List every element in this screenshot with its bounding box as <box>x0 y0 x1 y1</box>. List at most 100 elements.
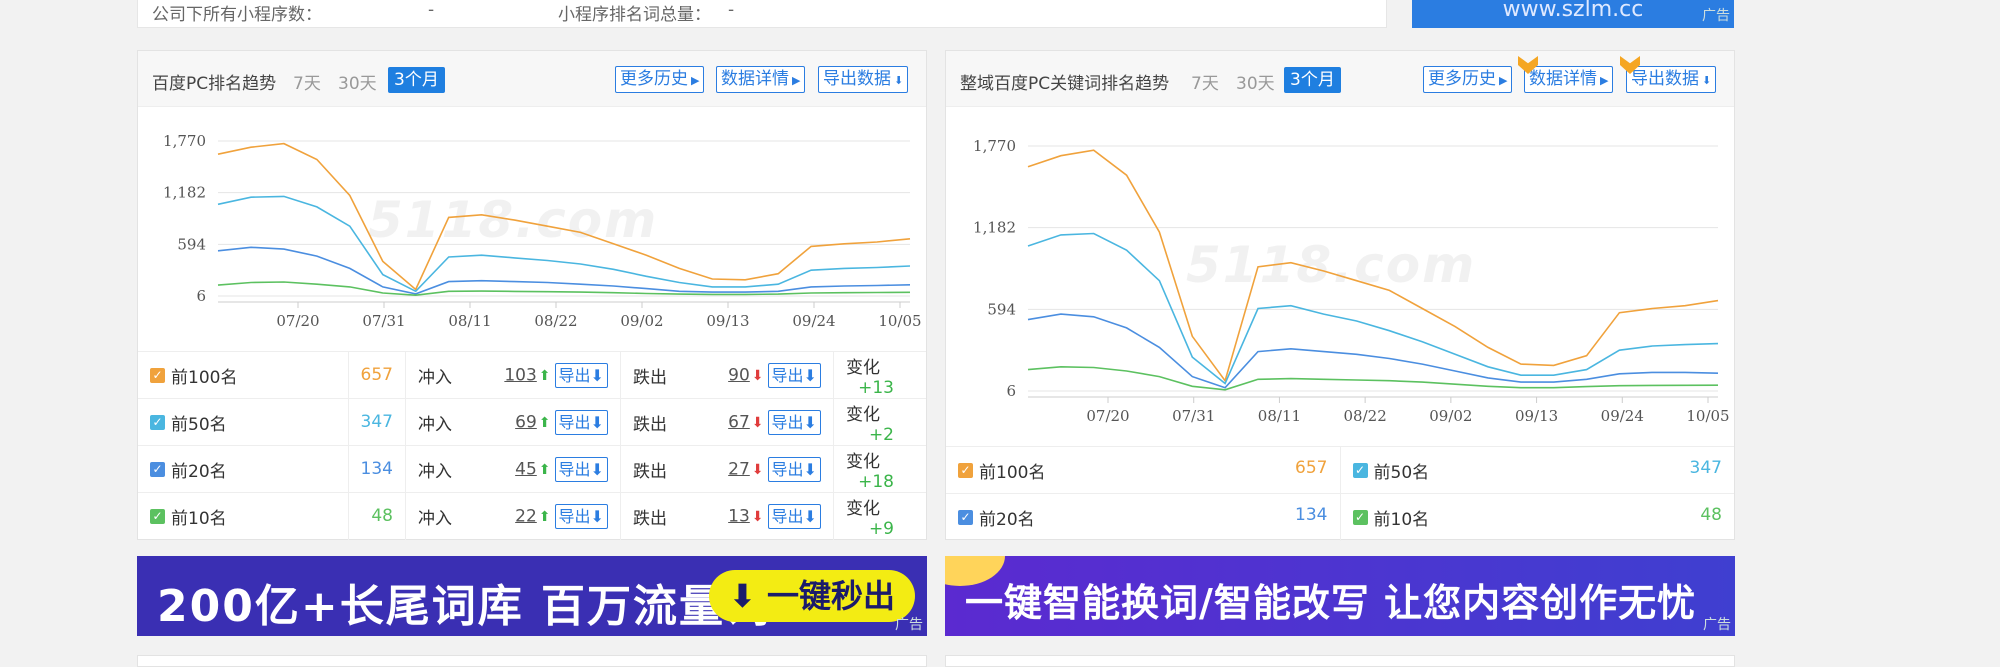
change-label: 变化 <box>845 357 880 378</box>
y-tick-label: 594 <box>987 300 1016 318</box>
table-row: ✓ 前20名 134 ✓ 前10名 48 <box>946 493 1734 541</box>
ad-tag: 广告 <box>1703 617 1731 633</box>
rank-label-cell: ✓ 前100名 <box>138 351 349 399</box>
download-icon: ⬇ <box>803 506 817 526</box>
rank-trend-chart-svg: 6 594 1,182 1,770 07/20 07/31 08/11 08/22 09/02 0… <box>163 132 922 330</box>
y-tick-label: 1,770 <box>973 137 1016 155</box>
checkbox-icon[interactable]: ✓ <box>150 368 165 383</box>
checkbox-icon[interactable]: ✓ <box>150 462 165 477</box>
one-click-button[interactable]: ⬇ 一键秒出 <box>709 570 915 622</box>
rush-in-cell: 冲入 103 ⬆ 导出⬇ <box>405 351 621 399</box>
checkbox-icon[interactable]: ✓ <box>958 463 973 478</box>
checkbox-icon[interactable]: ✓ <box>150 509 165 525</box>
rank-cell: ✓ 前50名 347 <box>1340 446 1734 494</box>
rush-in-value[interactable]: 103 <box>504 365 536 385</box>
download-icon: ⬇ <box>590 459 604 479</box>
checkbox-icon[interactable]: ✓ <box>1352 463 1368 478</box>
rank-label: 前20名 <box>171 461 227 482</box>
rank-count: 347 <box>1689 457 1722 478</box>
x-tick-label: 08/11 <box>448 312 491 330</box>
top-ad-banner[interactable]: www.szlm.cc 广告 <box>1412 0 1734 28</box>
download-icon: ⬇ <box>590 506 604 526</box>
y-tick-label: 6 <box>1006 382 1016 400</box>
table-row: ✓ 前10名 48 冲入 22 ⬆ 导出⬇ 跌出 13 ⬇ 导出⬇ 变化 +9 <box>138 492 926 540</box>
rank-count: 48 <box>348 492 406 540</box>
table-row: ✓ 前100名 657 冲入 103 ⬆ 导出⬇ 跌出 90 ⬇ 导出⬇ 变化 +13 <box>138 351 926 399</box>
rush-in-value[interactable]: 22 <box>515 506 537 526</box>
domain-baidu-pc-keyword-panel: 整域百度PC关键词排名趋势 7天 30天 3个月 更多历史 ▶ 数据详情 ▶ 导出数… <box>945 50 1735 541</box>
rush-in-value[interactable]: 69 <box>515 412 537 432</box>
rank-count: 347 <box>348 398 406 446</box>
rank-count: 657 <box>348 351 406 399</box>
download-icon: ⬇ <box>590 365 604 385</box>
drop-out-value-group: 13 ⬇ 导出⬇ <box>728 503 821 529</box>
series-line-2 <box>1027 232 1719 385</box>
checkbox-icon[interactable]: ✓ <box>1352 510 1368 526</box>
drop-out-value[interactable]: 90 <box>728 365 750 385</box>
rush-in-value-group: 45 ⬆ 导出⬇ <box>515 456 608 482</box>
top-ad-url: www.szlm.cc <box>1502 0 1644 22</box>
rush-in-cell: 冲入 22 ⬆ 导出⬇ <box>405 492 621 540</box>
mini-program-count-label: 公司下所有小程序数： <box>152 5 322 25</box>
drop-out-cell: 跌出 27 ⬇ 导出⬇ <box>620 445 834 493</box>
y-tick-label: 1,182 <box>163 184 206 202</box>
arrow-up-icon: ⬆ <box>538 368 551 384</box>
rush-in-value[interactable]: 45 <box>515 459 537 479</box>
smart-rewrite-ad-banner[interactable]: 一键智能换词/智能改写 让您内容创作无忧 广告 <box>945 556 1735 636</box>
export-label: 导出 <box>558 506 591 526</box>
change-value: +9 <box>868 518 894 539</box>
long-tail-keyword-ad-banner[interactable]: 200亿+长尾词库 百万流量词 ⬇ 一键秒出 广告 <box>137 556 927 636</box>
x-tick-label: 07/20 <box>276 312 319 330</box>
y-tick-label: 594 <box>177 235 206 253</box>
change-value: +13 <box>858 377 894 398</box>
series-line-1 <box>217 142 911 291</box>
y-tick-label: 1,182 <box>973 219 1016 237</box>
checkbox-icon[interactable]: ✓ <box>958 510 973 526</box>
drop-out-value[interactable]: 67 <box>728 412 750 432</box>
export-rush-in-button[interactable]: 导出⬇ <box>554 456 608 482</box>
rank-label: 前10名 <box>1373 509 1430 530</box>
rank-count: 134 <box>348 445 406 493</box>
drop-out-value[interactable]: 27 <box>728 459 750 479</box>
checkbox-icon[interactable]: ✓ <box>150 415 165 430</box>
arrow-down-icon: ⬇ <box>751 368 764 384</box>
download-icon: ⬇ <box>803 365 817 385</box>
export-drop-out-button[interactable]: 导出⬇ <box>767 362 821 388</box>
rank-count: 48 <box>1700 504 1722 525</box>
export-drop-out-button[interactable]: 导出⬇ <box>767 503 821 529</box>
ad-tag: 广告 <box>895 617 923 633</box>
drop-out-value[interactable]: 13 <box>728 506 750 526</box>
arrow-down-icon: ⬇ <box>751 509 764 526</box>
y-tick-label: 1,770 <box>163 132 206 150</box>
baidu-pc-rank-panel: 百度PC排名趋势 7天 30天 3个月 更多历史 ▶ 数据详情 ▶ 导出数据 ⬇ 51… <box>137 50 927 540</box>
drop-out-value-group: 67 ⬇ 导出⬇ <box>728 409 821 435</box>
rank-label: 前50名 <box>171 414 227 435</box>
x-tick-label: 07/31 <box>1172 407 1215 425</box>
series-line-4 <box>1027 365 1719 391</box>
rank-label: 前50名 <box>1373 462 1430 483</box>
rank-label: 前100名 <box>171 367 238 388</box>
banner-text: 200亿+长尾词库 百万流量词 <box>157 581 772 632</box>
x-tick-label: 09/13 <box>1515 407 1558 425</box>
mini-program-keyword-label: 小程序排名词总量： <box>558 5 711 25</box>
rank-label: 前20名 <box>979 509 1035 530</box>
export-label: 导出 <box>771 506 804 526</box>
next-panel-edge <box>137 655 927 667</box>
drop-out-label: 跌出 <box>632 414 667 435</box>
x-tick-label: 08/22 <box>534 312 577 330</box>
table-row: ✓ 前100名 657 ✓ 前50名 347 <box>946 446 1734 494</box>
export-drop-out-button[interactable]: 导出⬇ <box>767 409 821 435</box>
arrow-up-icon: ⬆ <box>538 462 551 478</box>
drop-out-cell: 跌出 13 ⬇ 导出⬇ <box>620 492 834 540</box>
mini-program-count-value: - <box>428 0 435 20</box>
y-tick-label: 6 <box>196 287 206 305</box>
export-rush-in-button[interactable]: 导出⬇ <box>554 409 608 435</box>
rank-count: 657 <box>1295 457 1328 478</box>
export-rush-in-button[interactable]: 导出⬇ <box>554 503 608 529</box>
change-cell: 变化 +18 <box>833 445 926 493</box>
rush-in-label: 冲入 <box>417 414 452 435</box>
x-tick-label: 10/05 <box>878 312 921 330</box>
export-rush-in-button[interactable]: 导出⬇ <box>554 362 608 388</box>
export-drop-out-button[interactable]: 导出⬇ <box>767 456 821 482</box>
change-cell: 变化 +13 <box>833 351 926 399</box>
